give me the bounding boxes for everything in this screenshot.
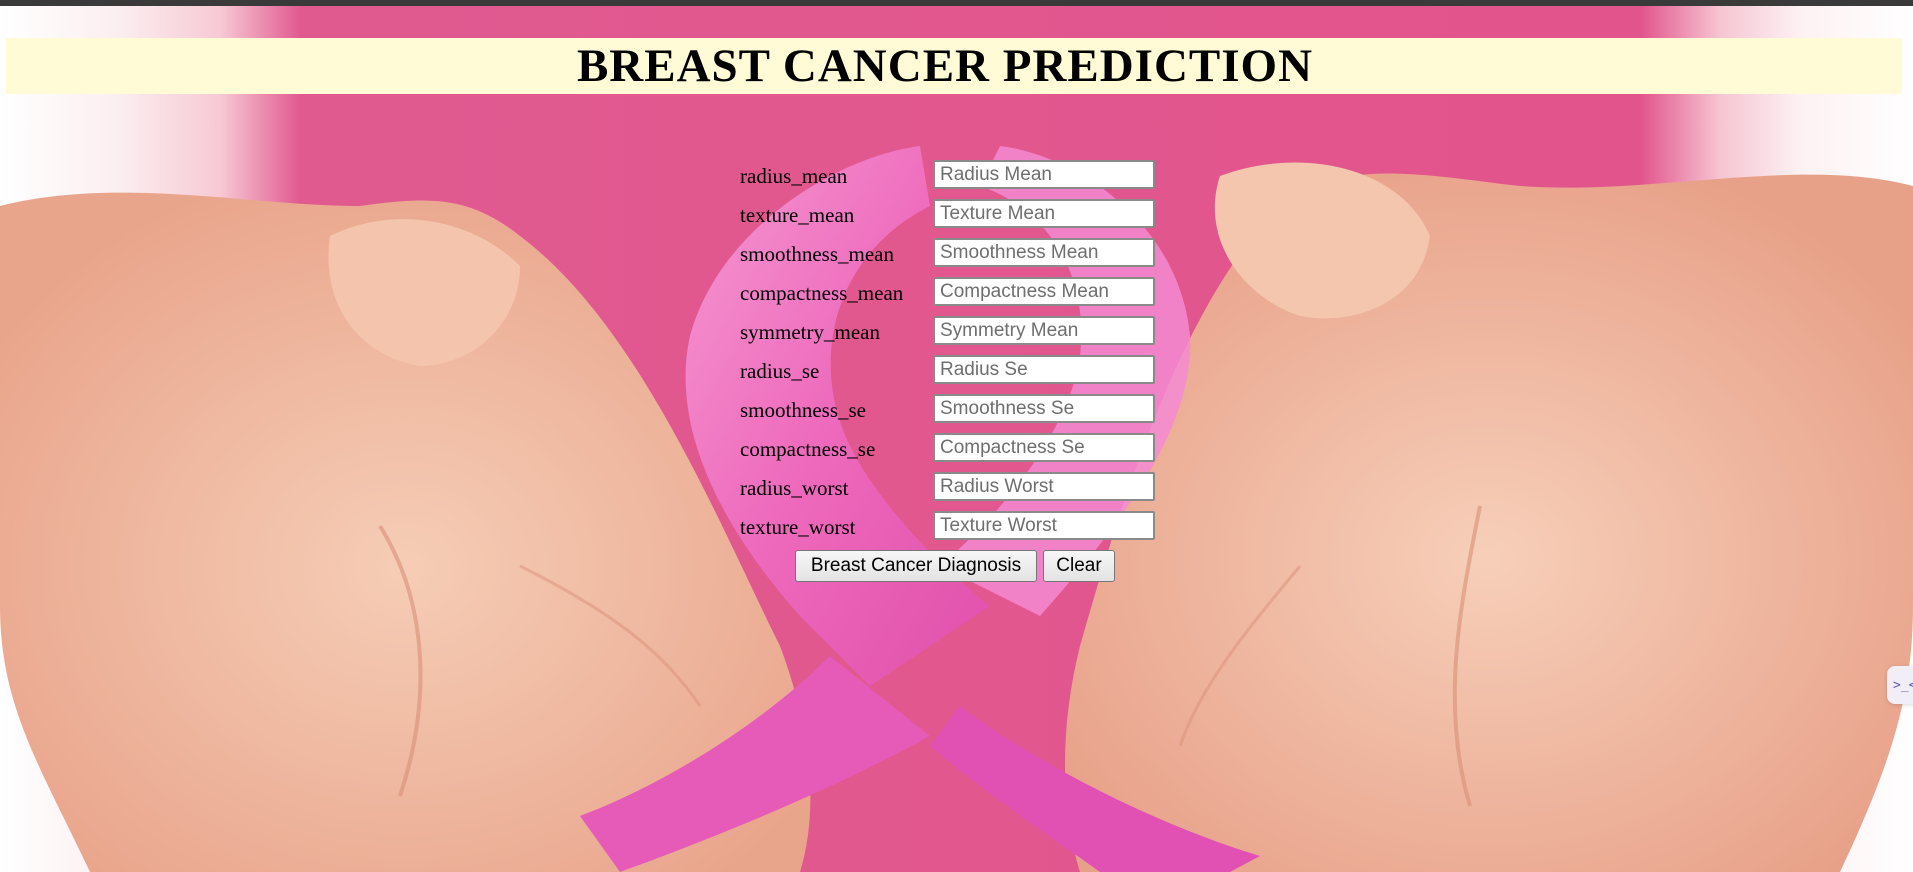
field-label: smoothness_se (740, 398, 866, 422)
field-label: compactness_se (740, 437, 876, 461)
field-row-texture-worst: texture_worst (740, 510, 1180, 549)
field-label: compactness_mean (740, 281, 904, 305)
field-row-smoothness-se: smoothness_se (740, 393, 1180, 432)
title-banner: BREAST CANCER PREDICTION (6, 38, 1902, 94)
symmetry-mean-input[interactable] (933, 316, 1155, 345)
radius-worst-input[interactable] (933, 472, 1155, 501)
compactness-mean-input[interactable] (933, 277, 1155, 306)
diagnosis-submit-button[interactable]: Breast Cancer Diagnosis (795, 550, 1037, 582)
assistant-widget-icon: >_< (1893, 677, 1913, 693)
smoothness-mean-input[interactable] (933, 238, 1155, 267)
field-label: texture_worst (740, 515, 856, 539)
field-row-radius-se: radius_se (740, 354, 1180, 393)
field-label: radius_se (740, 359, 820, 383)
field-label: radius_mean (740, 164, 848, 188)
field-row-compactness-mean: compactness_mean (740, 276, 1180, 315)
field-row-radius-mean: radius_mean (740, 159, 1180, 198)
field-row-smoothness-mean: smoothness_mean (740, 237, 1180, 276)
radius-se-input[interactable] (933, 355, 1155, 384)
field-label: texture_mean (740, 203, 855, 227)
radius-mean-input[interactable] (933, 160, 1155, 189)
compactness-se-input[interactable] (933, 433, 1155, 462)
field-label: smoothness_mean (740, 242, 894, 266)
field-row-texture-mean: texture_mean (740, 198, 1180, 237)
prediction-form: radius_mean texture_mean smoothness_mean… (740, 159, 1180, 549)
texture-mean-input[interactable] (933, 199, 1155, 228)
field-label: symmetry_mean (740, 320, 880, 344)
smoothness-se-input[interactable] (933, 394, 1155, 423)
texture-worst-input[interactable] (933, 511, 1155, 540)
field-label: radius_worst (740, 476, 849, 500)
field-row-compactness-se: compactness_se (740, 432, 1180, 471)
field-row-radius-worst: radius_worst (740, 471, 1180, 510)
page-title: BREAST CANCER PREDICTION (576, 40, 1314, 92)
field-row-symmetry-mean: symmetry_mean (740, 315, 1180, 354)
clear-button[interactable]: Clear (1043, 550, 1115, 582)
assistant-widget-button[interactable]: >_< (1887, 666, 1913, 704)
